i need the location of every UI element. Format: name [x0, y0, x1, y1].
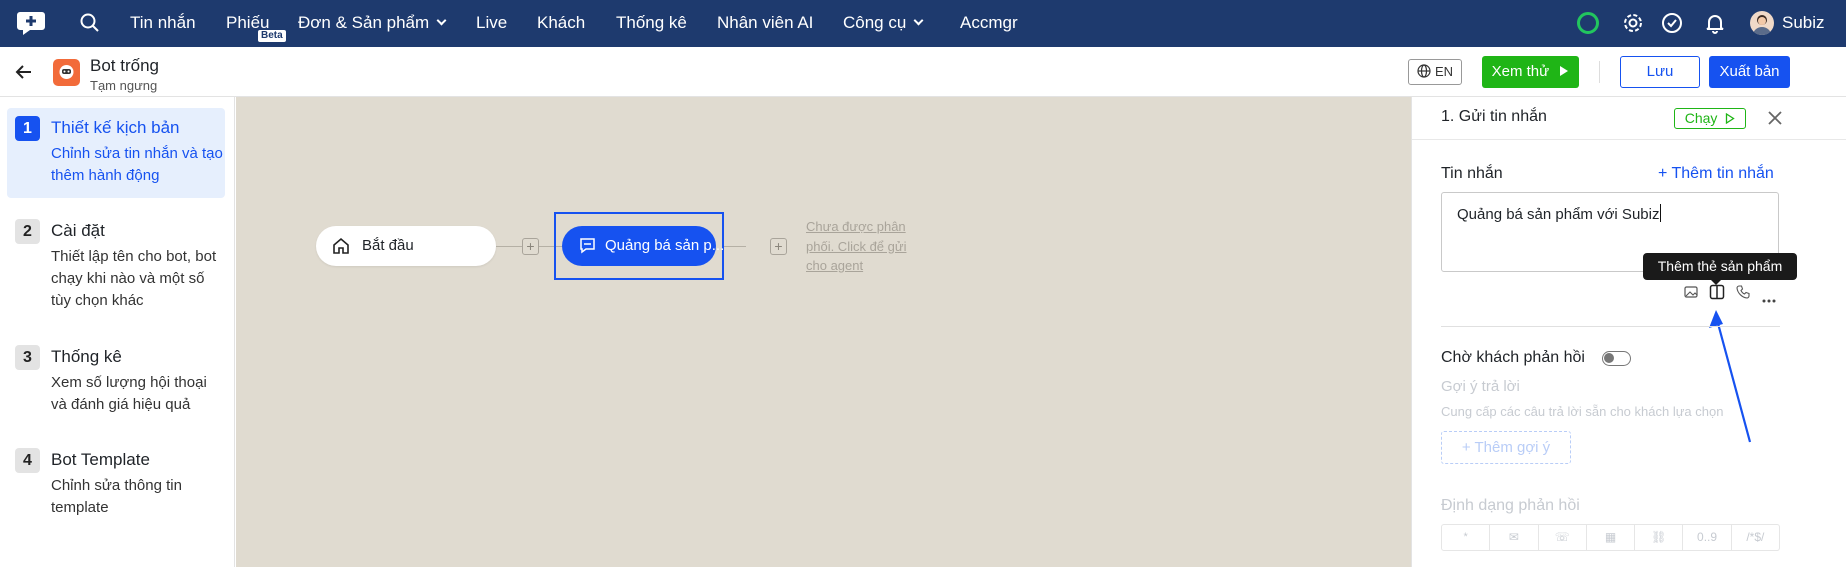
- step-settings[interactable]: 2 Cài đặt Thiết lập tên cho bot, bot chạ…: [7, 211, 225, 311]
- nav-orders-label: Đơn & Sản phẩm: [298, 13, 430, 32]
- play-outline-icon: [1726, 112, 1735, 125]
- search-icon[interactable]: [79, 12, 101, 34]
- publish-button[interactable]: Xuất bản: [1709, 56, 1790, 88]
- annotation-arrow: [1709, 310, 1752, 443]
- step-title: Bot Template: [51, 450, 150, 469]
- preview-button[interactable]: Xem thử: [1482, 56, 1579, 88]
- close-icon[interactable]: [1767, 110, 1783, 126]
- bot-avatar-icon: [53, 59, 80, 86]
- format-title: Định dạng phản hồi: [1441, 497, 1580, 514]
- more-options-icon[interactable]: [1762, 290, 1776, 303]
- run-button[interactable]: Chạy: [1674, 108, 1746, 129]
- start-node[interactable]: Bắt đầu: [316, 226, 496, 266]
- step-description: Chỉnh sửa thông tin template: [51, 477, 182, 516]
- step-bot-template[interactable]: 4 Bot Template Chỉnh sửa thông tin templ…: [7, 440, 225, 520]
- step-description: Thiết lập tên cho bot, bot chạy khi nào …: [51, 248, 217, 309]
- chevron-down-icon: [436, 15, 447, 26]
- beta-badge: Beta: [258, 30, 286, 42]
- save-button[interactable]: Lưu: [1620, 56, 1700, 88]
- message-node[interactable]: Quảng bá sản p...: [562, 226, 724, 266]
- nav-orders-products[interactable]: Đơn & Sản phẩm: [298, 0, 447, 47]
- nav-messages[interactable]: Tin nhắn: [130, 0, 196, 47]
- home-icon: [333, 237, 349, 254]
- steps-sidebar: 1 Thiết kế kịch bản Chỉnh sửa tin nhắn v…: [0, 97, 235, 567]
- step-number: 2: [15, 219, 40, 244]
- play-icon: [1560, 66, 1569, 76]
- add-suggest-button[interactable]: + Thêm gợi ý: [1441, 431, 1571, 464]
- format-option-email[interactable]: ✉: [1490, 525, 1539, 550]
- phone-icon[interactable]: [1736, 285, 1750, 299]
- format-option-regex[interactable]: /*$/: [1732, 525, 1779, 550]
- header-divider: [1599, 61, 1600, 83]
- message-settings-panel: 1. Gửi tin nhắn Chạy Tin nhắn + Thêm tin…: [1411, 97, 1846, 567]
- add-node-icon[interactable]: +: [770, 238, 787, 255]
- step-number: 4: [15, 448, 40, 473]
- step-description: Chỉnh sửa tin nhắn và tạo thêm hành động: [51, 145, 223, 184]
- format-options: * ✉ ☏ ▦ ⛓ 0..9 /*$/: [1441, 524, 1780, 551]
- bot-name: Bot trống: [90, 56, 159, 75]
- bot-header: Bot trống Tạm ngưng EN Xem thử Lưu Xuất …: [0, 47, 1846, 97]
- panel-header-divider: [1412, 139, 1846, 140]
- start-label: Bắt đầu: [362, 237, 414, 254]
- notification-bell-icon[interactable]: [1703, 11, 1727, 35]
- chat-bubble-icon: [580, 238, 595, 254]
- nav-reports[interactable]: Thống kê: [616, 0, 687, 47]
- step-number: 1: [15, 116, 40, 141]
- wait-reply-toggle[interactable]: [1602, 351, 1631, 366]
- step-number: 3: [15, 345, 40, 370]
- bot-status: Tạm ngưng: [90, 78, 158, 93]
- format-option-phone[interactable]: ☏: [1539, 525, 1587, 550]
- language-label: EN: [1434, 64, 1454, 79]
- product-card-icon[interactable]: [1709, 284, 1725, 300]
- message-text: Quảng bá sản phẩm với Subiz: [1457, 206, 1660, 223]
- task-check-icon[interactable]: [1660, 11, 1684, 35]
- globe-icon: [1417, 64, 1431, 78]
- flow-canvas[interactable]: Bắt đầu + Quảng bá sản p... + Chưa được …: [236, 97, 1411, 567]
- user-name[interactable]: Subiz: [1782, 0, 1825, 47]
- section-divider: [1441, 326, 1780, 327]
- chevron-down-icon: [913, 15, 924, 26]
- format-option-any[interactable]: *: [1442, 525, 1491, 550]
- step-title: Thiết kế kịch bản: [51, 118, 180, 137]
- back-arrow-icon[interactable]: [14, 63, 34, 81]
- connector-line: [724, 246, 746, 247]
- format-option-date[interactable]: ▦: [1587, 525, 1636, 550]
- subiz-logo-icon[interactable]: [16, 10, 46, 36]
- message-node-label: Quảng bá sản p...: [605, 237, 725, 254]
- language-button[interactable]: EN: [1408, 59, 1462, 85]
- step-title: Thống kê: [51, 347, 122, 366]
- unassigned-link[interactable]: Chưa được phân phối. Click để gửi cho ag…: [806, 217, 918, 276]
- online-status-icon[interactable]: [1577, 12, 1599, 34]
- top-navigation: Tin nhắn Phiếu Beta Đơn & Sản phẩm Live …: [0, 0, 1846, 47]
- text-cursor: [1660, 204, 1662, 222]
- step-design[interactable]: 1 Thiết kế kịch bản Chỉnh sửa tin nhắn v…: [7, 108, 225, 198]
- nav-ai-agent[interactable]: Nhân viên AI: [717, 0, 813, 47]
- user-avatar[interactable]: [1750, 11, 1774, 35]
- step-title: Cài đặt: [51, 221, 105, 240]
- tooltip: Thêm thẻ sản phẩm: [1643, 253, 1797, 280]
- wait-reply-label: Chờ khách phản hồi: [1441, 349, 1585, 366]
- nav-tools-label: Công cụ: [843, 13, 907, 32]
- message-section-label: Tin nhắn: [1441, 165, 1503, 182]
- step-statistics[interactable]: 3 Thống kê Xem số lượng hội thoại và đán…: [7, 337, 225, 417]
- add-node-icon[interactable]: +: [522, 238, 539, 255]
- toggle-knob: [1604, 353, 1614, 363]
- add-image-icon[interactable]: [1684, 285, 1698, 299]
- nav-live[interactable]: Live: [476, 0, 507, 47]
- nav-tools[interactable]: Công cụ: [843, 0, 924, 47]
- tooltip-arrow: [1711, 280, 1721, 285]
- suggest-title: Gợi ý trả lời: [1441, 378, 1520, 395]
- format-option-link[interactable]: ⛓: [1635, 525, 1684, 550]
- step-description: Xem số lượng hội thoại và đánh giá hiệu …: [51, 374, 207, 413]
- panel-title: 1. Gửi tin nhắn: [1441, 108, 1547, 125]
- settings-gear-icon[interactable]: [1621, 11, 1645, 35]
- preview-label: Xem thử: [1491, 63, 1550, 80]
- run-label: Chạy: [1684, 110, 1718, 126]
- nav-customers[interactable]: Khách: [537, 0, 585, 47]
- nav-accmgr[interactable]: Accmgr: [960, 0, 1018, 47]
- suggest-description: Cung cấp các câu trả lời sẵn cho khách l…: [1441, 404, 1724, 419]
- format-option-number[interactable]: 0..9: [1683, 525, 1732, 550]
- add-message-link[interactable]: + Thêm tin nhắn: [1658, 165, 1774, 183]
